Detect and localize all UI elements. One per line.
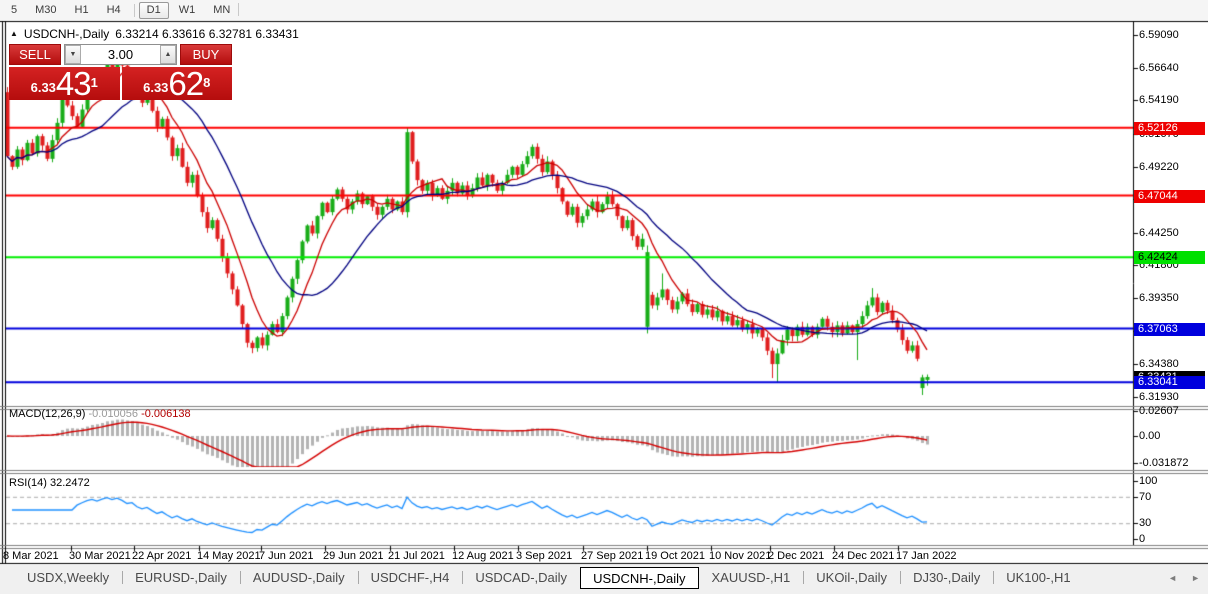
chart-tab-UKOil-,Daily[interactable]: UKOil-,Daily bbox=[803, 568, 900, 587]
macd-axis-label: 0.00 bbox=[1139, 430, 1160, 442]
ohlc-values: 6.33214 6.33616 6.32781 6.33431 bbox=[115, 27, 299, 41]
date-axis-label: 7 Jun 2021 bbox=[259, 550, 313, 562]
price-axis-label: 6.31930 bbox=[1139, 391, 1179, 403]
price-axis-label: 6.59090 bbox=[1139, 29, 1179, 41]
buy-price-prefix: 6.33 bbox=[143, 77, 168, 99]
trade-panel-row1: SELL ▼ ▲ BUY bbox=[9, 44, 232, 65]
price-axis-label: 6.49220 bbox=[1139, 161, 1179, 173]
sell-price-prefix: 6.33 bbox=[31, 77, 56, 99]
macd-signal-value: -0.006138 bbox=[141, 408, 191, 420]
date-axis-label: 29 Jun 2021 bbox=[323, 550, 384, 562]
trade-panel-row2: 6.33 43 1 6.33 62 8 bbox=[9, 67, 232, 100]
rsi-axis-label: 100 bbox=[1139, 475, 1157, 487]
price-tag-6.52126: 6.52126 bbox=[1134, 122, 1205, 135]
volume-increase-button[interactable]: ▲ bbox=[160, 45, 176, 64]
buy-price-pip: 8 bbox=[203, 68, 210, 98]
date-axis-label: 30 Mar 2021 bbox=[69, 550, 131, 562]
chart-tab-USDX,Weekly[interactable]: USDX,Weekly bbox=[14, 568, 122, 587]
date-axis-label: 3 Sep 2021 bbox=[516, 550, 572, 562]
chart-tab-EURUSD-,Daily[interactable]: EURUSD-,Daily bbox=[122, 568, 240, 587]
price-axis-label: 6.54190 bbox=[1139, 94, 1179, 106]
chart-tab-DJ30-,Daily[interactable]: DJ30-,Daily bbox=[900, 568, 993, 587]
date-axis-label: 22 Apr 2021 bbox=[132, 550, 191, 562]
sell-price-pip: 1 bbox=[91, 68, 98, 98]
timeframe-button-5[interactable]: 5 bbox=[3, 2, 25, 19]
price-axis-label: 6.39350 bbox=[1139, 292, 1179, 304]
chart-tab-bar: USDX,WeeklyEURUSD-,DailyAUDUSD-,DailyUSD… bbox=[0, 565, 1208, 594]
macd-name: MACD(12,26,9) bbox=[9, 408, 85, 420]
rsi-value: 32.2472 bbox=[50, 477, 90, 489]
price-tag-6.37063: 6.37063 bbox=[1134, 323, 1205, 336]
chart-tab-USDCHF-,H4[interactable]: USDCHF-,H4 bbox=[358, 568, 463, 587]
timeframe-button-D1[interactable]: D1 bbox=[139, 2, 169, 19]
chart-tab-XAUUSD-,H1[interactable]: XAUUSD-,H1 bbox=[699, 568, 804, 587]
price-axis-label: 6.34380 bbox=[1139, 358, 1179, 370]
date-axis-label: 21 Jul 2021 bbox=[388, 550, 445, 562]
chart-tab-USDCAD-,Daily[interactable]: USDCAD-,Daily bbox=[462, 568, 580, 587]
date-axis-label: 27 Sep 2021 bbox=[581, 550, 643, 562]
expand-triangle-icon[interactable]: ▲ bbox=[10, 28, 18, 40]
date-axis-label: 14 May 2021 bbox=[197, 550, 261, 562]
macd-label: MACD(12,26,9) -0.010056 -0.006138 bbox=[9, 408, 191, 420]
timeframe-button-H4[interactable]: H4 bbox=[99, 2, 129, 19]
date-axis-label: 8 Mar 2021 bbox=[3, 550, 59, 562]
trade-panel: SELL ▼ ▲ BUY 6.33 43 1 6.33 62 8 bbox=[9, 44, 232, 100]
rsi-axis-label: 0 bbox=[1139, 533, 1145, 545]
date-axis-label: 12 Aug 2021 bbox=[452, 550, 514, 562]
chart-tab-UK100-,H1[interactable]: UK100-,H1 bbox=[993, 568, 1083, 587]
buy-price-display[interactable]: 6.33 62 8 bbox=[122, 67, 233, 100]
chart-tab-AUDUSD-,Daily[interactable]: AUDUSD-,Daily bbox=[240, 568, 358, 587]
tab-scroll-left-icon[interactable]: ◄ bbox=[1168, 573, 1177, 583]
timeframe-button-MN[interactable]: MN bbox=[205, 2, 238, 19]
chart-tab-USDCNH-,Daily[interactable]: USDCNH-,Daily bbox=[580, 567, 698, 589]
sell-price-main: 43 bbox=[56, 69, 91, 99]
rsi-axis-label: 70 bbox=[1139, 491, 1151, 503]
chart-title: ▲ USDCNH-,Daily 6.33214 6.33616 6.32781 … bbox=[10, 27, 299, 41]
date-axis-label: 17 Jan 2022 bbox=[896, 550, 957, 562]
volume-decrease-button[interactable]: ▼ bbox=[65, 45, 81, 64]
buy-button[interactable]: BUY bbox=[180, 44, 232, 65]
price-tag-6.33041: 6.33041 bbox=[1134, 376, 1205, 389]
price-tag-6.42424: 6.42424 bbox=[1134, 251, 1205, 264]
rsi-label: RSI(14) 32.2472 bbox=[9, 477, 90, 489]
volume-input[interactable] bbox=[81, 45, 160, 64]
mt4-terminal: 5M30H1H4 D1W1MN ▲ USDCNH-,Daily 6.33214 6… bbox=[0, 0, 1208, 594]
timeframe-button-W1[interactable]: W1 bbox=[171, 2, 204, 19]
rsi-name: RSI(14) bbox=[9, 477, 47, 489]
macd-main-value: -0.010056 bbox=[88, 408, 138, 420]
tab-scroll-arrows: ◄ ► bbox=[1168, 573, 1200, 583]
price-axis-label: 6.56640 bbox=[1139, 62, 1179, 74]
price-tag-6.47044: 6.47044 bbox=[1134, 190, 1205, 203]
date-axis-label: 24 Dec 2021 bbox=[832, 550, 894, 562]
tab-scroll-right-icon[interactable]: ► bbox=[1191, 573, 1200, 583]
macd-axis-label: -0.031872 bbox=[1139, 457, 1189, 469]
buy-price-main: 62 bbox=[168, 69, 203, 99]
date-axis-label: 10 Nov 2021 bbox=[709, 550, 771, 562]
date-axis-label: 2 Dec 2021 bbox=[768, 550, 824, 562]
sell-price-display[interactable]: 6.33 43 1 bbox=[9, 67, 120, 100]
rsi-axis-label: 30 bbox=[1139, 517, 1151, 529]
macd-axis-label: 0.02607 bbox=[1139, 405, 1179, 417]
timeframe-button-M30[interactable]: M30 bbox=[27, 2, 64, 19]
date-axis-label: 19 Oct 2021 bbox=[645, 550, 705, 562]
timeframe-button-H1[interactable]: H1 bbox=[67, 2, 97, 19]
symbol-period-label: USDCNH-,Daily bbox=[24, 27, 109, 41]
sell-button[interactable]: SELL bbox=[9, 44, 61, 65]
timeframe-toolbar: 5M30H1H4 D1W1MN bbox=[0, 0, 1208, 20]
volume-stepper: ▼ ▲ bbox=[64, 44, 177, 65]
price-axis-label: 6.44250 bbox=[1139, 227, 1179, 239]
